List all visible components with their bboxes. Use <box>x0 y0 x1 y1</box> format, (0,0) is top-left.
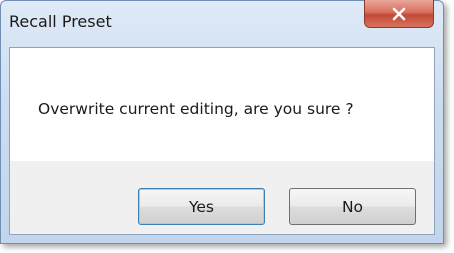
no-button[interactable]: No <box>289 188 416 225</box>
dialog-window: Recall Preset Overwrite current editing,… <box>0 0 444 244</box>
dialog-message: Overwrite current editing, are you sure … <box>38 100 354 118</box>
yes-button[interactable]: Yes <box>138 188 265 225</box>
close-button[interactable] <box>364 0 434 28</box>
message-area: Overwrite current editing, are you sure … <box>10 48 434 161</box>
dialog-title: Recall Preset <box>9 12 112 31</box>
title-bar[interactable]: Recall Preset <box>1 0 443 47</box>
dialog-body: Overwrite current editing, are you sure … <box>9 47 435 235</box>
close-icon <box>392 7 406 20</box>
